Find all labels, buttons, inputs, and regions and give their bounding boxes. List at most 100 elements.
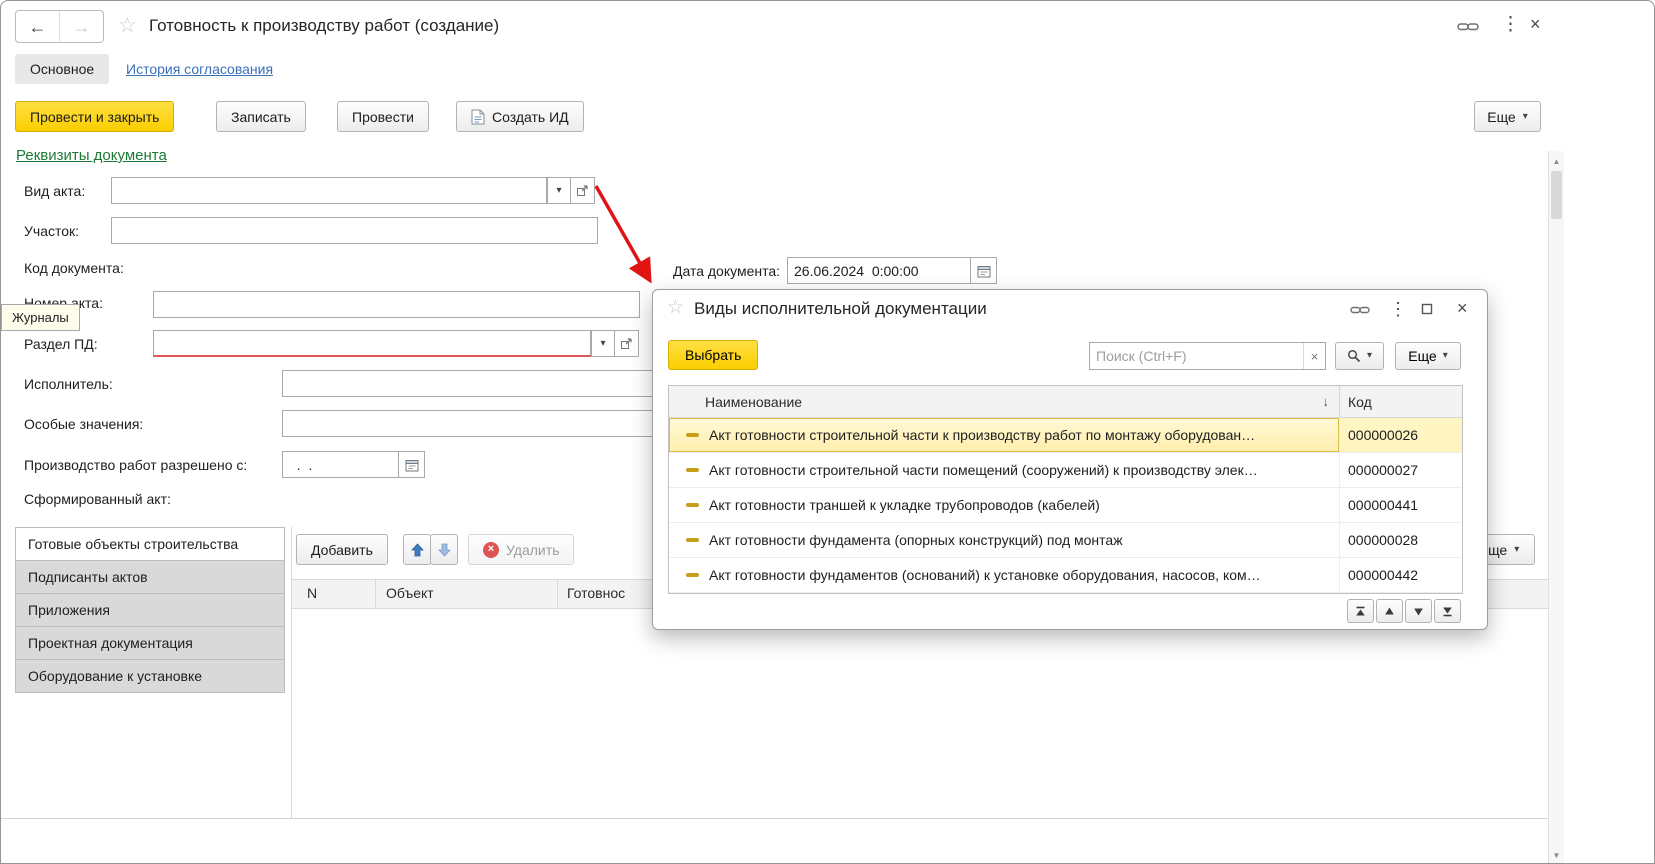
special-values-input[interactable] [282, 410, 702, 437]
item-code: 000000028 [1348, 532, 1418, 548]
window-title: Готовность к производству работ (создани… [149, 16, 499, 36]
go-up-button[interactable] [1376, 599, 1403, 623]
tab-equipment-to-install[interactable]: Оборудование к установке [15, 659, 285, 693]
tab-attachments[interactable]: Приложения [15, 593, 285, 627]
formed-act-label: Сформированный акт: [24, 491, 171, 507]
go-to-bottom-button[interactable] [1434, 599, 1461, 623]
get-link-icon[interactable] [1457, 19, 1479, 39]
list-item[interactable]: Акт готовности строительной части помеще… [669, 453, 1462, 488]
go-to-top-button[interactable] [1347, 599, 1374, 623]
vertical-scrollbar[interactable]: ▲ ▼ [1548, 151, 1564, 864]
item-code: 000000442 [1348, 567, 1418, 583]
more-label: Еще [1487, 109, 1516, 125]
dialog-search-input[interactable] [1090, 343, 1303, 369]
work-allowed-from-label: Производство работ разрешено с: [24, 457, 247, 473]
nav-history-group: ← → [15, 10, 104, 43]
dialog-list: Наименование ↓ Код Акт готовности строит… [668, 385, 1463, 594]
grid-add-button[interactable]: Добавить [296, 534, 388, 565]
document-icon [471, 109, 485, 125]
dialog-close-icon[interactable]: × [1457, 299, 1468, 317]
doc-date-input[interactable]: 26.06.2024 0:00:00 [787, 257, 971, 284]
executor-label: Исполнитель: [24, 376, 113, 392]
grid-header-readiness[interactable]: Готовнос [567, 585, 625, 601]
dialog-select-button[interactable]: Выбрать [668, 340, 758, 370]
dialog-search-button[interactable]: ▾ [1335, 342, 1384, 370]
grid-delete-button[interactable]: × Удалить [468, 534, 574, 565]
save-button[interactable]: Записать [216, 101, 306, 132]
act-kind-open-button[interactable] [570, 177, 595, 204]
special-values-label: Особые значения: [24, 416, 143, 432]
search-icon [1347, 349, 1361, 363]
grid-header-n[interactable]: N [307, 585, 317, 601]
dialog-more-menu-icon[interactable]: ⋮ [1389, 300, 1407, 318]
tab-act-signers[interactable]: Подписанты актов [15, 560, 285, 594]
pd-section-dropdown-button[interactable]: ▾ [591, 330, 615, 357]
item-dash-icon [686, 573, 699, 577]
journals-tooltip: Журналы [1, 304, 80, 331]
item-name: Акт готовности строительной части к прои… [709, 427, 1255, 443]
work-allowed-from-input[interactable]: . . [282, 451, 399, 478]
grid-header-object[interactable]: Объект [386, 585, 434, 601]
scroll-up-icon[interactable]: ▲ [1549, 153, 1564, 169]
delete-label: Удалить [506, 542, 559, 558]
post-and-close-button[interactable]: Провести и закрыть [15, 101, 174, 132]
open-icon [576, 185, 589, 197]
back-arrow-icon: ← [29, 18, 47, 36]
pd-section-open-button[interactable] [614, 330, 639, 357]
executor-input[interactable] [282, 370, 702, 397]
column-code-label: Код [1348, 394, 1372, 410]
list-item[interactable]: Акт готовности строительной части к прои… [669, 418, 1462, 453]
window-more-menu-icon[interactable]: ⋮ [1501, 15, 1520, 34]
act-kind-dropdown-button[interactable]: ▾ [547, 177, 571, 204]
dialog-star-icon[interactable]: ☆ [667, 296, 684, 319]
list-item[interactable]: Акт готовности траншей к укладке трубопр… [669, 488, 1462, 523]
dialog-get-link-icon[interactable] [1350, 303, 1370, 322]
form-more-button[interactable]: Еще ▾ [1474, 101, 1541, 132]
list-item[interactable]: Акт готовности фундаментов (оснований) к… [669, 558, 1462, 593]
forward-button[interactable]: → [59, 11, 103, 42]
tab-approval-history[interactable]: История согласования [126, 61, 273, 77]
act-kind-input[interactable] [111, 177, 547, 204]
move-down-icon [438, 543, 451, 557]
item-name: Акт готовности траншей к укладке трубопр… [709, 497, 1100, 513]
tab-main[interactable]: Основное [15, 54, 109, 84]
site-input[interactable] [111, 217, 598, 244]
caret-down-icon: ▾ [1514, 545, 1519, 555]
column-header-name[interactable]: Наименование ↓ [669, 386, 1339, 417]
column-header-code[interactable]: Код [1339, 386, 1462, 417]
item-code: 000000026 [1348, 427, 1418, 443]
tab-ready-objects[interactable]: Готовые объекты строительства [15, 527, 285, 561]
doc-date-label: Дата документа: [673, 263, 780, 279]
list-item[interactable]: Акт готовности фундамента (опорных конст… [669, 523, 1462, 558]
back-button[interactable]: ← [16, 11, 59, 42]
pd-section-label: Раздел ПД: [24, 336, 98, 352]
create-id-button[interactable]: Создать ИД [456, 101, 584, 132]
go-down-button[interactable] [1405, 599, 1432, 623]
pd-section-input[interactable] [153, 330, 591, 357]
dialog-title: Виды исполнительной документации [694, 299, 987, 319]
calendar-icon [977, 264, 991, 278]
scroll-down-icon[interactable]: ▼ [1549, 847, 1564, 863]
act-number-input[interactable] [153, 291, 640, 318]
create-id-label: Создать ИД [492, 109, 569, 125]
content-bottom-border [1, 818, 1548, 819]
choice-dialog: ☆ Виды исполнительной документации ⋮ × В… [652, 289, 1488, 630]
item-code: 000000027 [1348, 462, 1418, 478]
dialog-more-button[interactable]: Еще ▾ [1395, 342, 1461, 370]
open-icon [620, 338, 633, 350]
dialog-maximize-icon[interactable] [1421, 302, 1433, 320]
favorite-star-icon[interactable]: ☆ [118, 13, 137, 38]
grid-move-down-button[interactable] [430, 534, 458, 565]
doc-date-calendar-button[interactable] [970, 257, 997, 284]
item-dash-icon [686, 538, 699, 542]
tab-project-documentation[interactable]: Проектная документация [15, 626, 285, 660]
window-close-icon[interactable]: × [1530, 15, 1541, 33]
work-allowed-calendar-button[interactable] [398, 451, 425, 478]
requisites-group-link[interactable]: Реквизиты документа [16, 147, 167, 164]
search-clear-icon[interactable]: × [1303, 343, 1325, 369]
post-button[interactable]: Провести [337, 101, 429, 132]
dialog-list-header: Наименование ↓ Код [669, 386, 1462, 418]
item-code: 000000441 [1348, 497, 1418, 513]
grid-move-up-button[interactable] [403, 534, 431, 565]
scrollbar-thumb[interactable] [1551, 171, 1562, 219]
